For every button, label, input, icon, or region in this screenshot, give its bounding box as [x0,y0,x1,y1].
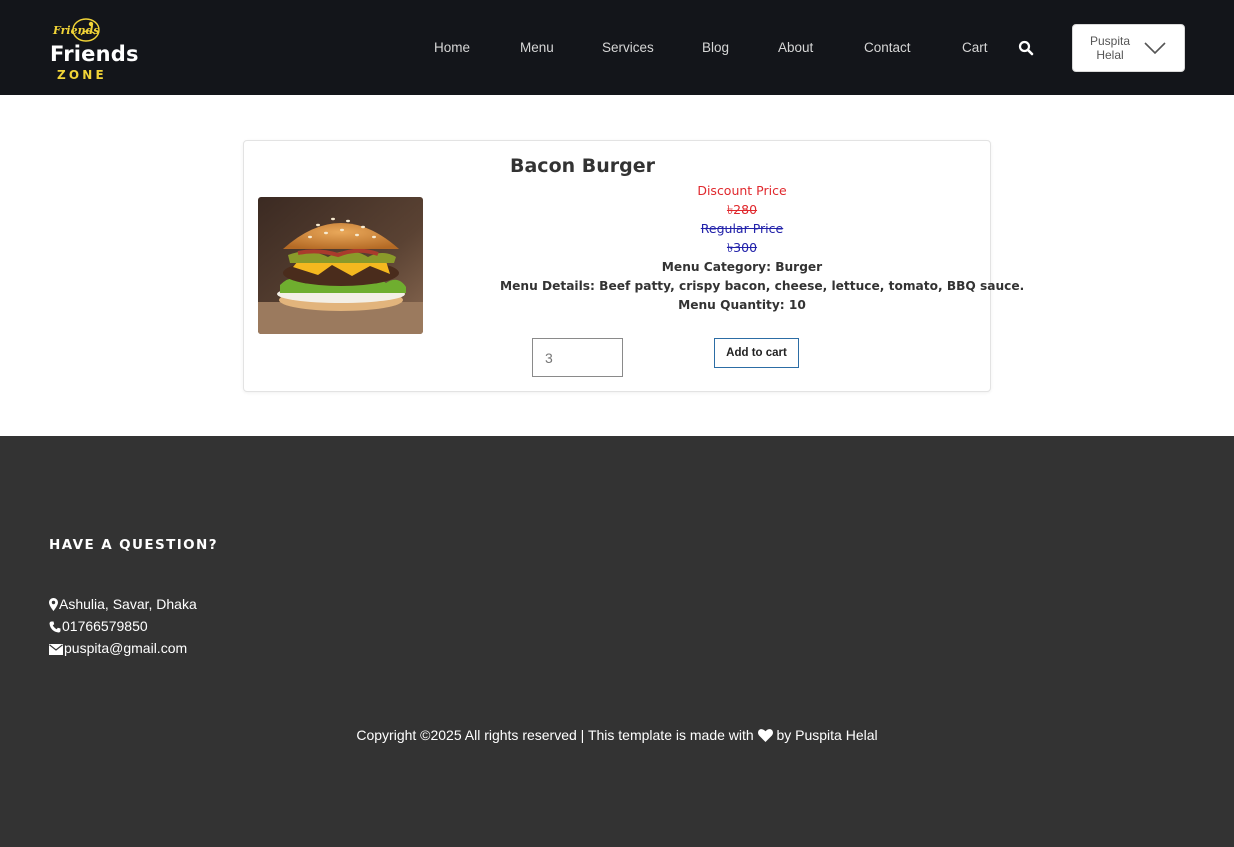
logo[interactable]: Friends Friends ZONE [44,14,138,84]
chevron-down-icon [1144,42,1166,55]
search-icon[interactable] [1018,40,1034,56]
copyright-suffix: by Puspita Helal [776,727,878,743]
nav-about[interactable]: About [778,39,813,56]
footer-phone-text: 01766579850 [62,618,148,634]
copyright: Copyright ©2025 All rights reserved | Th… [0,726,1234,744]
user-name: Puspita Helal [1089,34,1131,62]
product-image [258,197,423,334]
copyright-prefix: Copyright ©2025 All rights reserved | Th… [356,727,754,743]
regular-price: ৳300 [726,240,758,255]
quantity-input[interactable] [532,338,623,377]
nav-home[interactable]: Home [434,39,470,56]
footer-email-text: puspita@gmail.com [64,640,188,656]
footer-heading: HAVE A QUESTION? [49,537,218,553]
footer-email: puspita@gmail.com [49,639,187,657]
menu-quantity: Menu Quantity: 10 [678,298,806,312]
logo-badge-text: Friends [52,24,99,37]
footer-address-text: Ashulia, Savar, Dhaka [59,596,197,612]
logo-word: Friends [50,42,139,66]
menu-details: Menu Details: Beef patty, crispy bacon, … [500,279,1025,293]
envelope-icon [49,644,63,655]
nav-blog[interactable]: Blog [702,39,729,56]
discount-price-label: Discount Price [697,183,787,198]
user-dropdown[interactable]: Puspita Helal [1072,24,1185,72]
logo-zone: ZONE [57,68,107,82]
nav-contact[interactable]: Contact [864,39,911,56]
navbar: Friends Friends ZONE Home Menu Services … [0,0,1234,95]
regular-price-label: Regular Price [700,221,784,236]
menu-category: Menu Category: Burger [661,260,823,274]
product-title: Bacon Burger [510,155,655,177]
nav-cart[interactable]: Cart [962,39,988,56]
add-to-cart-button[interactable]: Add to cart [714,338,799,368]
phone-icon [49,621,61,633]
footer-address: Ashulia, Savar, Dhaka [49,595,197,613]
map-pin-icon [49,598,58,611]
logo-badge: Friends [52,18,100,42]
nav-services[interactable]: Services [602,39,654,56]
footer-phone: 01766579850 [49,617,148,635]
heart-icon [757,729,773,742]
discount-price: ৳280 [726,202,758,217]
nav-menu[interactable]: Menu [520,39,554,56]
